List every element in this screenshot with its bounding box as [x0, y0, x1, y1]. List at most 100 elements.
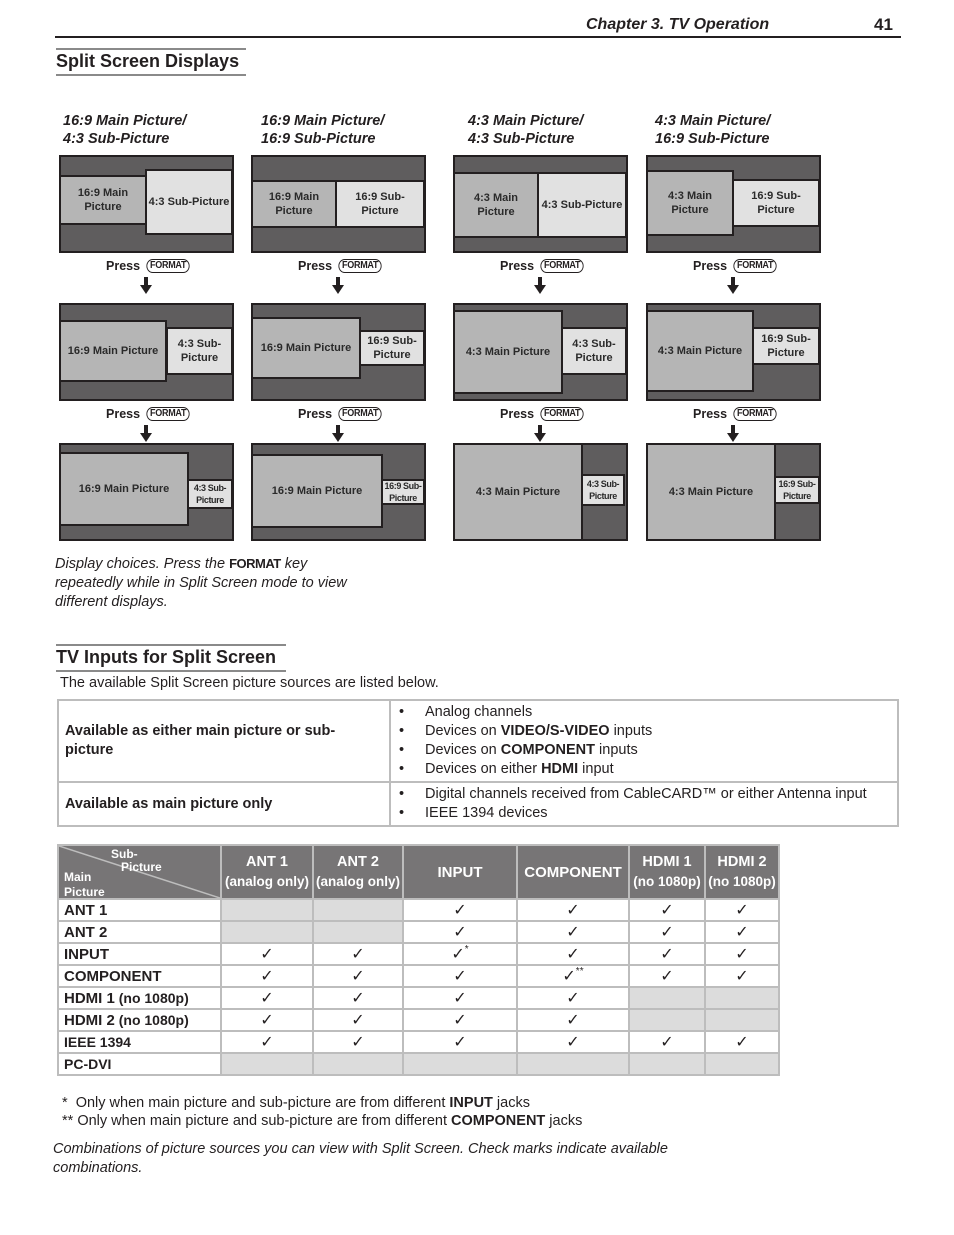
- matrix-row-label: IEEE 1394: [57, 1030, 222, 1054]
- press-format-instruction: Press FORMAT: [693, 407, 779, 421]
- chapter-title: Chapter 3. TV Operation: [586, 16, 770, 33]
- item-text: inputs: [595, 742, 638, 758]
- format-key-icon: FORMAT: [733, 407, 777, 421]
- heading-line: 16:9 Sub-Picture: [261, 131, 376, 147]
- matrix-row-label: ANT 2: [57, 920, 222, 944]
- source-list-item: Devices on COMPONENT inputs: [399, 741, 897, 760]
- source-list-cell: Digital channels received from CableCARD…: [389, 781, 899, 827]
- diagram-column-heading: 16:9 Main Picture/16:9 Sub-Picture: [261, 112, 384, 148]
- matrix-cell-available: ✓: [704, 898, 780, 922]
- matrix-cell-unavailable: [220, 920, 314, 944]
- matrix-row: COMPONENT ✓ ✓ ✓ ✓** ✓ ✓: [57, 964, 780, 988]
- column-header-sublabel: (no 1080p): [708, 874, 776, 889]
- check-icon: ✓: [453, 924, 467, 941]
- sources-table: Available as either main picture or sub-…: [57, 699, 899, 827]
- intro-text: The available Split Screen picture sourc…: [60, 675, 439, 691]
- check-icon: ✓: [453, 990, 467, 1007]
- main-picture: 16:9 Main Picture: [251, 317, 361, 379]
- matrix-cell-unavailable: [402, 1052, 518, 1076]
- section-title-tv-inputs: TV Inputs for Split Screen: [56, 644, 286, 672]
- footnote-bold: INPUT: [449, 1095, 493, 1111]
- item-text: inputs: [609, 723, 653, 739]
- check-icon: ✓: [260, 946, 274, 963]
- check-icon: ✓: [351, 1012, 365, 1029]
- press-format-instruction: Press FORMAT: [693, 259, 779, 273]
- matrix-cell-unavailable: [220, 898, 314, 922]
- tv-screen-diagram: 16:9 Sub-Picture 4:3 Main Picture: [646, 443, 821, 541]
- matrix-column-header: HDMI 2 (no 1080p): [704, 844, 780, 900]
- column-header-label: ANT 2: [337, 854, 379, 870]
- matrix-row-label: PC-DVI: [57, 1052, 222, 1076]
- check-icon: ✓: [566, 946, 580, 963]
- check-icon: ✓: [660, 902, 674, 919]
- footnote-bold: COMPONENT: [451, 1113, 546, 1129]
- source-list-item: Devices on either HDMI input: [399, 760, 897, 779]
- matrix-cell-available: ✓**: [516, 964, 630, 988]
- row-label-text: ANT 1: [64, 901, 108, 919]
- matrix-cell-unavailable: [312, 1052, 404, 1076]
- check-icon: ✓: [453, 1034, 467, 1051]
- matrix-cell-available: ✓: [628, 964, 706, 988]
- diagram-column-heading: 16:9 Main Picture/4:3 Sub-Picture: [63, 112, 186, 148]
- row-label-suffix: (no 1080p): [114, 989, 189, 1006]
- matrix-cell-available: ✓: [704, 920, 780, 944]
- footnote-mark: **: [62, 1113, 78, 1129]
- tv-screen-diagram: 16:9 Main Picture 16:9 Sub-Picture: [251, 155, 426, 253]
- main-picture: 16:9 Main Picture: [59, 320, 167, 382]
- section-title-split-screen-displays: Split Screen Displays: [56, 48, 246, 76]
- row-label-text: IEEE 1394: [64, 1034, 131, 1050]
- heading-line: 4:3 Sub-Picture: [63, 131, 170, 147]
- matrix-cell-unavailable: [704, 986, 780, 1010]
- tv-screen-diagram: 16:9 Sub-Picture 16:9 Main Picture: [251, 303, 426, 401]
- press-format-instruction: Press FORMAT: [500, 407, 586, 421]
- matrix-cell-available: ✓: [516, 1008, 630, 1032]
- main-picture: 4:3 Main Picture: [646, 310, 754, 392]
- item-text: Devices on: [425, 742, 501, 758]
- source-category: Available as either main picture or sub-…: [57, 699, 391, 783]
- matrix-cell-available: ✓: [312, 1008, 404, 1032]
- row-label-suffix: (no 1080p): [114, 1011, 189, 1028]
- sub-picture: 4:3 Sub-Picture: [166, 327, 233, 375]
- matrix-cell-available: ✓: [704, 942, 780, 966]
- column-header-sublabel: (no 1080p): [633, 874, 701, 889]
- source-list: Analog channels Devices on VIDEO/S-VIDEO …: [391, 701, 897, 781]
- check-icon: ✓: [566, 990, 580, 1007]
- matrix-cell-available: ✓: [628, 920, 706, 944]
- sub-picture: 4:3 Sub-Picture: [145, 169, 233, 235]
- format-key-icon: FORMAT: [146, 259, 190, 273]
- column-header-label: HDMI 1: [642, 854, 692, 870]
- check-icon: ✓: [351, 946, 365, 963]
- matrix-caption: Combinations of picture sources you can …: [53, 1141, 668, 1176]
- footnote-marker: *: [464, 944, 469, 955]
- footnote-pre: Only when main picture and sub-picture a…: [77, 1113, 452, 1129]
- footnote-input: * Only when main picture and sub-picture…: [62, 1094, 530, 1112]
- format-key-icon: FORMAT: [733, 259, 777, 273]
- format-key-icon: FORMAT: [540, 407, 584, 421]
- tv-screen-diagram: 4:3 Main Picture 16:9 Sub-Picture: [646, 155, 821, 253]
- item-text: Digital channels received from CableCARD…: [425, 786, 867, 802]
- press-format-instruction: Press FORMAT: [298, 407, 384, 421]
- check-icon: ✓: [660, 924, 674, 941]
- sub-picture: 16:9 Sub-Picture: [381, 479, 425, 505]
- source-list: Digital channels received from CableCARD…: [391, 783, 897, 825]
- source-list-cell: Analog channels Devices on VIDEO/S-VIDEO …: [389, 699, 899, 783]
- main-picture: 4:3 Main Picture: [453, 172, 539, 238]
- format-key-icon: FORMAT: [338, 259, 382, 273]
- footnote-post: jacks: [545, 1113, 583, 1129]
- row-label-text: COMPONENT: [64, 967, 162, 985]
- main-picture: 4:3 Main Picture: [453, 310, 563, 394]
- matrix-cell-available: ✓: [402, 920, 518, 944]
- check-icon: ✓: [453, 968, 467, 985]
- main-picture: 16:9 Main Picture: [251, 454, 383, 528]
- matrix-row: HDMI 2 (no 1080p) ✓ ✓ ✓ ✓: [57, 1008, 780, 1032]
- matrix-row: IEEE 1394 ✓ ✓ ✓ ✓ ✓ ✓: [57, 1030, 780, 1054]
- matrix-cell-available: ✓*: [402, 942, 518, 966]
- footnote-mark: *: [62, 1095, 76, 1111]
- source-list-item: Analog channels: [399, 703, 897, 722]
- check-icon: ✓: [351, 990, 365, 1007]
- check-icon: ✓: [660, 946, 674, 963]
- diagram-column-heading: 4:3 Main Picture/4:3 Sub-Picture: [468, 112, 583, 148]
- main-picture: 16:9 Main Picture: [59, 175, 147, 225]
- row-label-text: HDMI 2: [64, 1011, 115, 1029]
- matrix-cell-unavailable: [516, 1052, 630, 1076]
